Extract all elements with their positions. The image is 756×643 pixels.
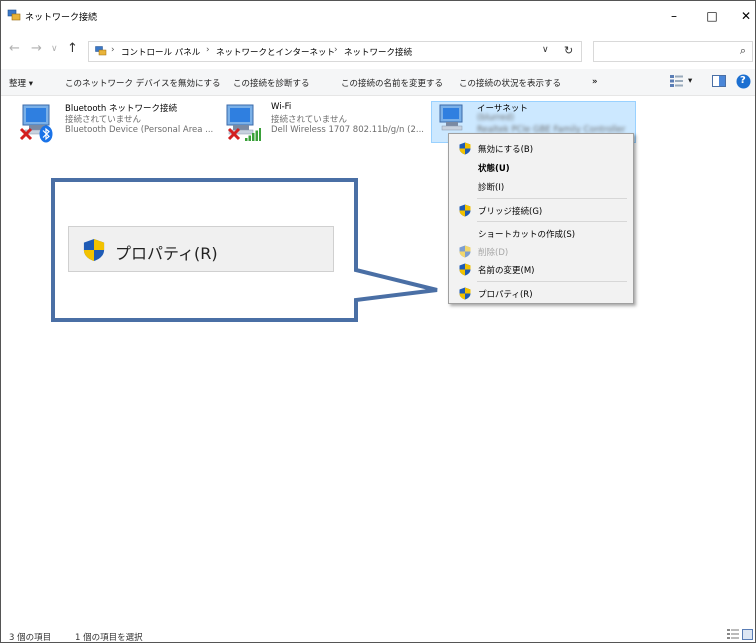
callout-annotation bbox=[51, 178, 438, 322]
callout-properties-zoom: プロパティ(R) bbox=[68, 226, 334, 272]
uac-shield-icon bbox=[83, 239, 105, 261]
callout-label: プロパティ(R) bbox=[115, 244, 218, 263]
